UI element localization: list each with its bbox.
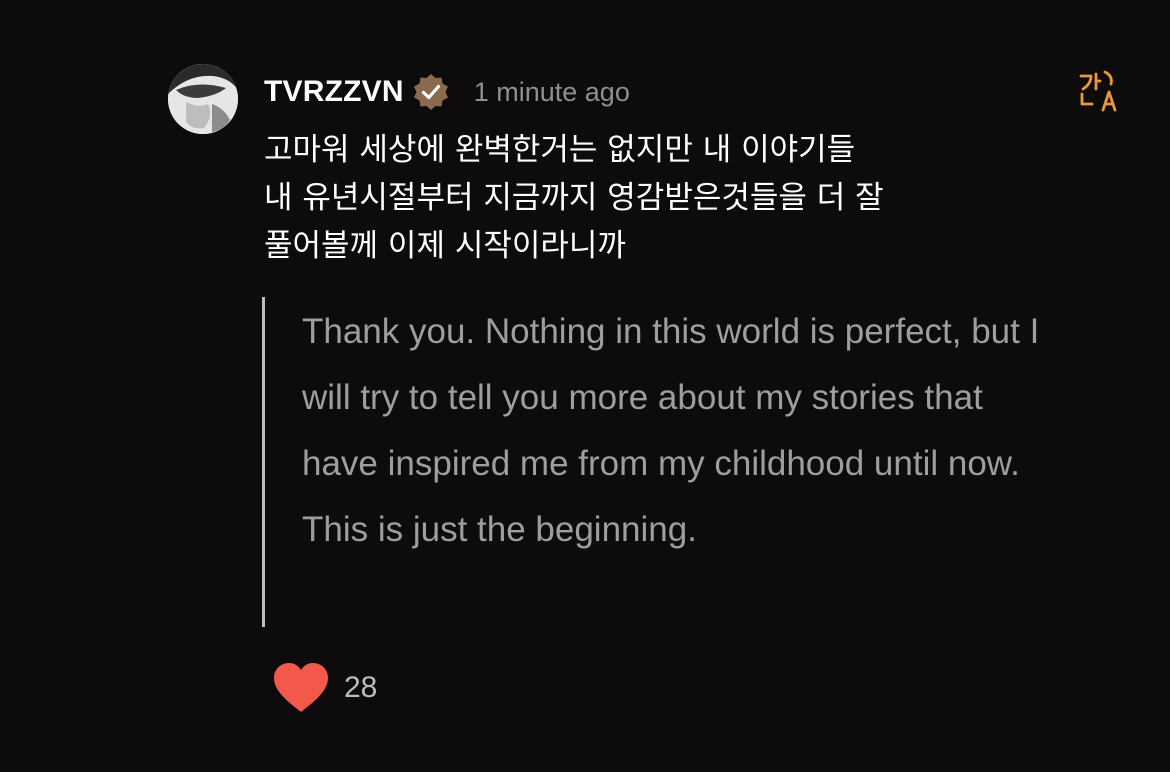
translation-block: Thank you. Nothing in this world is perf… [262, 297, 1062, 627]
comment-text: 고마워 세상에 완벽한거는 없지만 내 이야기들 내 유년시절부터 지금까지 영… [264, 132, 884, 264]
translation-text: Thank you. Nothing in this world is perf… [302, 312, 1040, 549]
like-count: 28 [344, 671, 378, 704]
like-row: 28 [272, 662, 377, 714]
translate-icon[interactable] [1075, 70, 1121, 116]
comment-header: TVRZZVN 1 minute ago [264, 70, 630, 114]
avatar-image [168, 64, 238, 134]
timestamp: 1 minute ago [473, 76, 630, 107]
verified-badge-icon [412, 73, 450, 111]
comment-original-text: 고마워 세상에 완벽한거는 없지만 내 이야기들 내 유년시절부터 지금까지 영… [264, 126, 1084, 270]
username[interactable]: TVRZZVN [264, 75, 404, 109]
avatar[interactable] [168, 64, 238, 134]
heart-icon[interactable] [272, 662, 330, 714]
